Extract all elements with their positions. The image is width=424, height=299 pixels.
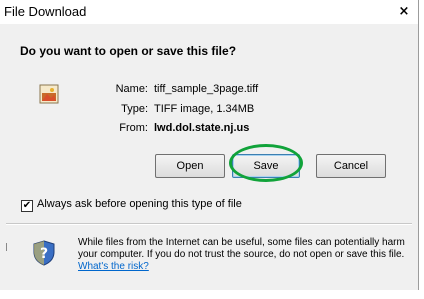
dialog-question: Do you want to open or save this file? [20, 44, 237, 58]
title-bar: File Download × [0, 0, 418, 24]
open-button[interactable]: Open [155, 154, 225, 178]
warning-message: While files from the Internet can be use… [78, 237, 408, 273]
tiff-file-icon [39, 84, 59, 104]
cancel-button[interactable]: Cancel [316, 154, 386, 178]
name-label: Name: [115, 83, 148, 95]
separator [6, 223, 412, 225]
risk-link[interactable]: What's the risk? [78, 261, 149, 272]
warning-text: While files from the Internet can be use… [78, 237, 405, 260]
file-type: TIFF image, 1.34MB [154, 103, 255, 115]
type-label: Type: [121, 103, 148, 115]
save-highlight-ring [229, 144, 303, 182]
shield-icon: ? [33, 240, 55, 266]
edge-mark [6, 243, 7, 251]
always-ask-checkbox[interactable]: ✔ [21, 200, 33, 212]
file-name: tiff_sample_3page.tiff [154, 83, 259, 95]
window-title: File Download [4, 4, 87, 19]
always-ask-label[interactable]: Always ask before opening this type of f… [37, 198, 242, 210]
close-button[interactable]: × [394, 3, 414, 21]
file-source: lwd.dol.state.nj.us [154, 122, 250, 134]
file-download-dialog: File Download × Do you want to open or s… [0, 0, 419, 290]
from-label: From: [119, 122, 148, 134]
svg-text:?: ? [40, 246, 48, 262]
